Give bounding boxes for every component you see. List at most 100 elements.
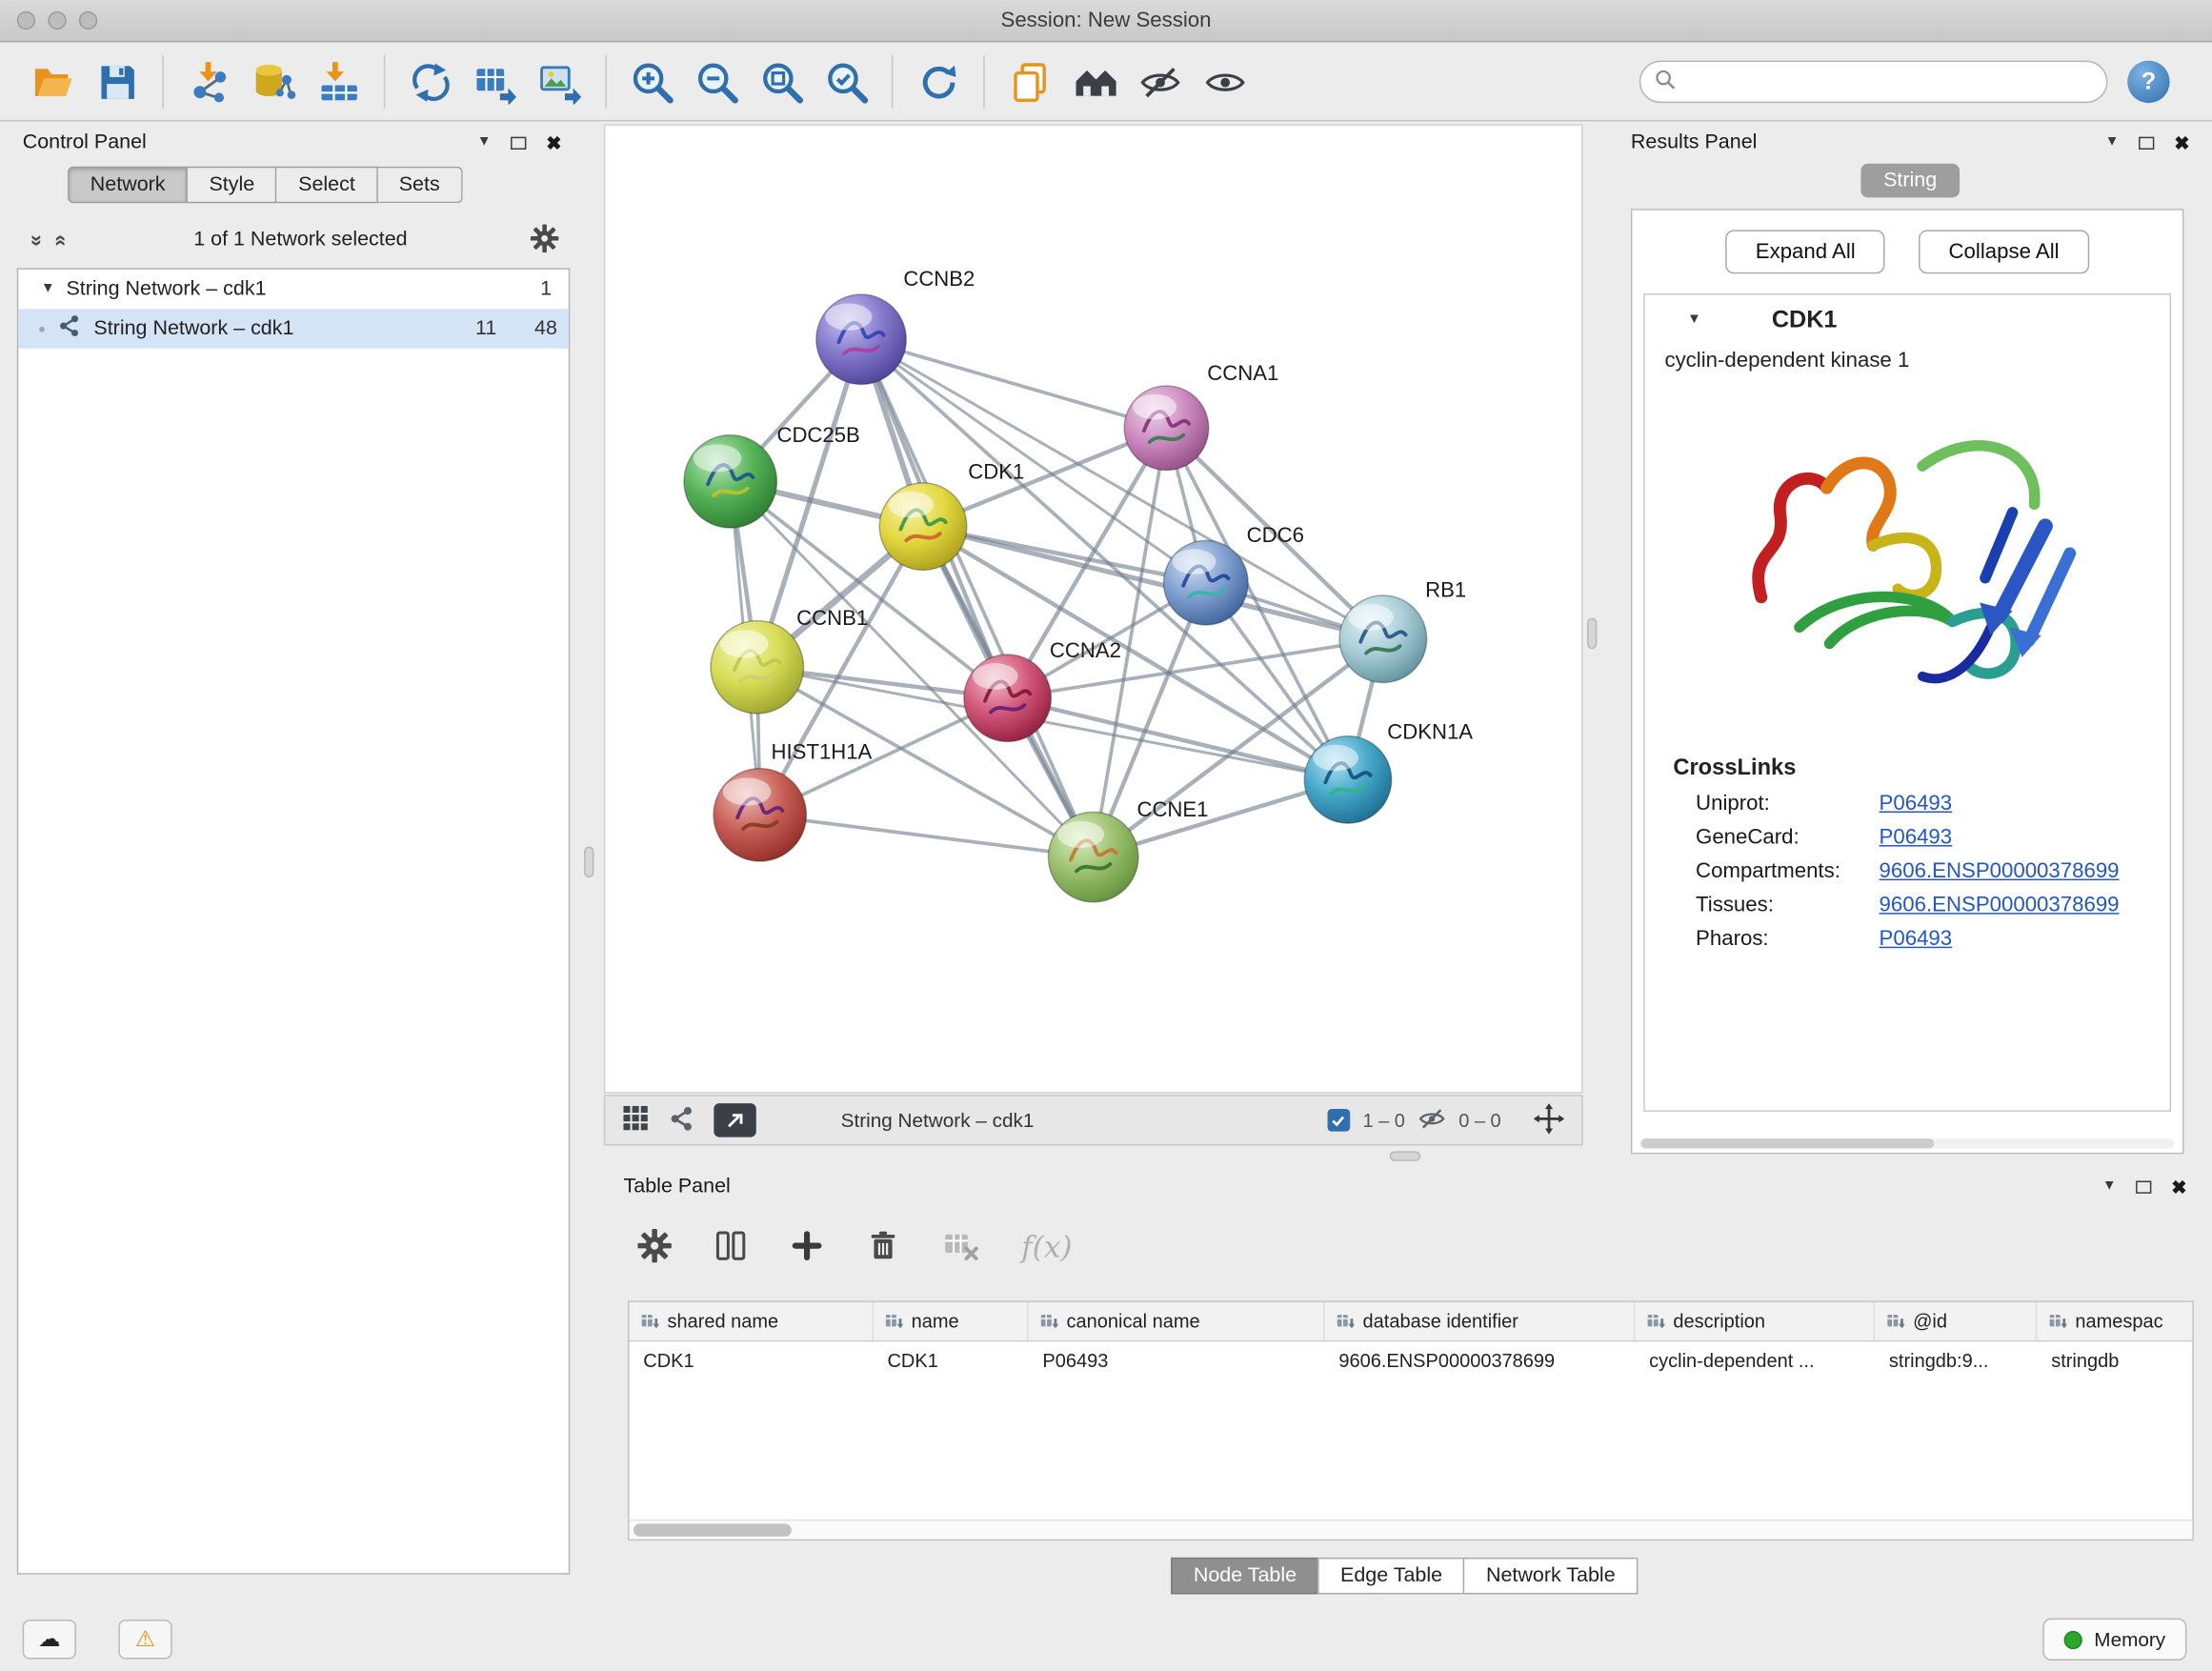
detach-view-button[interactable] [714,1103,755,1137]
network-collection-row[interactable]: ▼ String Network – cdk1 1 [18,270,569,309]
cell-name[interactable]: CDK1 [874,1341,1029,1379]
open-session-button[interactable] [20,50,85,114]
zoom-out-button[interactable] [684,50,749,114]
collapse-all-button[interactable]: Collapse All [1919,230,2088,273]
export-image-button[interactable] [528,50,593,114]
show-all-button[interactable] [1192,50,1257,114]
network-edge[interactable] [760,815,1094,856]
network-row-selected[interactable]: ● String Network – cdk1 11 48 [18,309,569,348]
cell-shared-name[interactable]: CDK1 [629,1341,873,1379]
tab-node-table[interactable]: Node Table [1171,1558,1319,1595]
cell-canonical-name[interactable]: P06493 [1029,1341,1325,1379]
column-header[interactable]: name [874,1302,1029,1340]
copy-documents-button[interactable] [997,50,1062,114]
network-options-gear-icon[interactable] [531,224,559,256]
collapse-all-icon[interactable]: » [25,229,49,252]
tab-network[interactable]: Network [68,167,188,204]
close-panel-icon[interactable]: ✖ [2174,133,2189,151]
import-network-database-button[interactable] [241,50,306,114]
network-node-CDK1[interactable]: CDK1 [879,459,1024,570]
network-node-CDC6[interactable]: CDC6 [1164,523,1304,625]
grid-view-icon[interactable] [622,1105,649,1137]
network-edge[interactable] [923,527,1383,639]
home-button[interactable] [1062,50,1127,114]
close-panel-icon[interactable]: ✖ [546,133,561,151]
table-row[interactable]: CDK1 CDK1 P06493 9606.ENSP00000378699 cy… [629,1341,2192,1379]
right-splitter-handle[interactable] [1587,618,1597,650]
panel-menu-icon[interactable]: ▼ [2102,1179,2117,1194]
table-settings-gear-icon[interactable] [637,1228,672,1266]
hide-selected-button[interactable] [1127,50,1192,114]
zoom-in-button[interactable] [619,50,684,114]
network-node-CCNA1[interactable]: CCNA1 [1124,361,1278,471]
cell-id[interactable]: stringdb:9... [1875,1341,2037,1379]
table-horizontal-scrollbar[interactable] [629,1520,2192,1540]
genecard-link[interactable]: P06493 [1880,825,1953,849]
float-panel-icon[interactable] [2139,136,2154,149]
delete-column-trash-icon[interactable] [866,1228,900,1266]
network-node-RB1[interactable]: RB1 [1339,577,1466,682]
protein-section-header[interactable]: ▼ CDK1 [1645,295,2170,346]
network-graph[interactable]: CCNB2CCNA1CDC25BCDK1CDC6RB1CCNB1CCNA2CDK… [605,126,1581,1092]
column-header[interactable]: database identifier [1325,1302,1636,1340]
pharos-link[interactable]: P06493 [1880,927,1953,951]
export-table-button[interactable] [463,50,528,114]
panel-menu-icon[interactable]: ▼ [2105,135,2120,150]
save-session-button[interactable] [85,50,150,114]
network-node-CDKN1A[interactable]: CDKN1A [1304,720,1473,824]
cell-namespace[interactable]: stringdb [2037,1341,2193,1379]
zoom-window-button[interactable] [79,11,97,30]
refresh-view-button[interactable] [906,50,971,114]
cell-database-identifier[interactable]: 9606.ENSP00000378699 [1325,1341,1636,1379]
close-window-button[interactable] [17,11,35,30]
birdseye-view-icon[interactable] [669,1105,694,1135]
panel-menu-icon[interactable]: ▼ [477,135,492,150]
column-header[interactable]: shared name [629,1302,873,1340]
network-canvas[interactable]: CCNB2CCNA1CDC25BCDK1CDC6RB1CCNB1CCNA2CDK… [604,124,1583,1093]
zoom-selected-button[interactable] [814,50,878,114]
results-horizontal-scrollbar[interactable] [1640,1138,2174,1148]
expand-all-button[interactable]: Expand All [1726,230,1885,273]
new-network-from-selection-button[interactable] [398,50,463,114]
tab-string[interactable]: String [1860,164,1960,198]
network-node-HIST1H1A[interactable]: HIST1H1A [714,739,873,861]
column-header[interactable]: @id [1875,1302,2037,1340]
tab-select[interactable]: Select [277,167,378,204]
show-columns-icon[interactable] [714,1228,748,1266]
minimize-window-button[interactable] [48,11,66,30]
add-column-icon[interactable] [790,1228,824,1266]
help-button[interactable]: ? [2127,61,2169,103]
search-input[interactable] [1684,70,2092,95]
tab-edge-table[interactable]: Edge Table [1317,1558,1464,1595]
cloud-status-button[interactable]: ☁ [23,1620,76,1659]
cell-description[interactable]: cyclin-dependent ... [1635,1341,1875,1379]
column-header[interactable]: description [1635,1302,1875,1340]
column-header[interactable]: canonical name [1029,1302,1325,1340]
float-panel-icon[interactable] [2136,1180,2151,1193]
network-node-CCNB1[interactable]: CCNB1 [711,606,868,714]
column-header[interactable]: namespac [2037,1302,2193,1340]
memory-button[interactable]: Memory [2043,1619,2186,1661]
bottom-splitter-handle[interactable] [1390,1151,1421,1160]
search-box[interactable] [1639,61,2108,103]
tab-network-table[interactable]: Network Table [1463,1558,1638,1595]
pan-move-icon[interactable] [1534,1102,1565,1137]
tab-style[interactable]: Style [188,167,277,204]
import-table-button[interactable] [306,50,371,114]
selected-nodes-checkbox-icon[interactable] [1327,1109,1350,1132]
tab-sets[interactable]: Sets [378,167,463,204]
import-network-file-button[interactable] [176,50,241,114]
left-splitter-handle[interactable] [584,847,593,878]
network-edge[interactable] [861,339,1094,856]
compartments-link[interactable]: 9606.ENSP00000378699 [1880,859,2120,883]
network-edge[interactable] [861,339,1166,428]
warnings-button[interactable]: ⚠ [118,1620,171,1659]
collapse-section-icon[interactable]: ▼ [1687,313,1701,328]
tissues-link[interactable]: 9606.ENSP00000378699 [1880,893,2120,916]
hidden-items-eye-icon[interactable] [1418,1104,1446,1137]
expand-all-icon[interactable]: » [48,229,71,252]
close-panel-icon[interactable]: ✖ [2171,1178,2186,1196]
zoom-fit-button[interactable] [749,50,814,114]
uniprot-link[interactable]: P06493 [1880,792,1953,815]
float-panel-icon[interactable] [511,136,526,149]
